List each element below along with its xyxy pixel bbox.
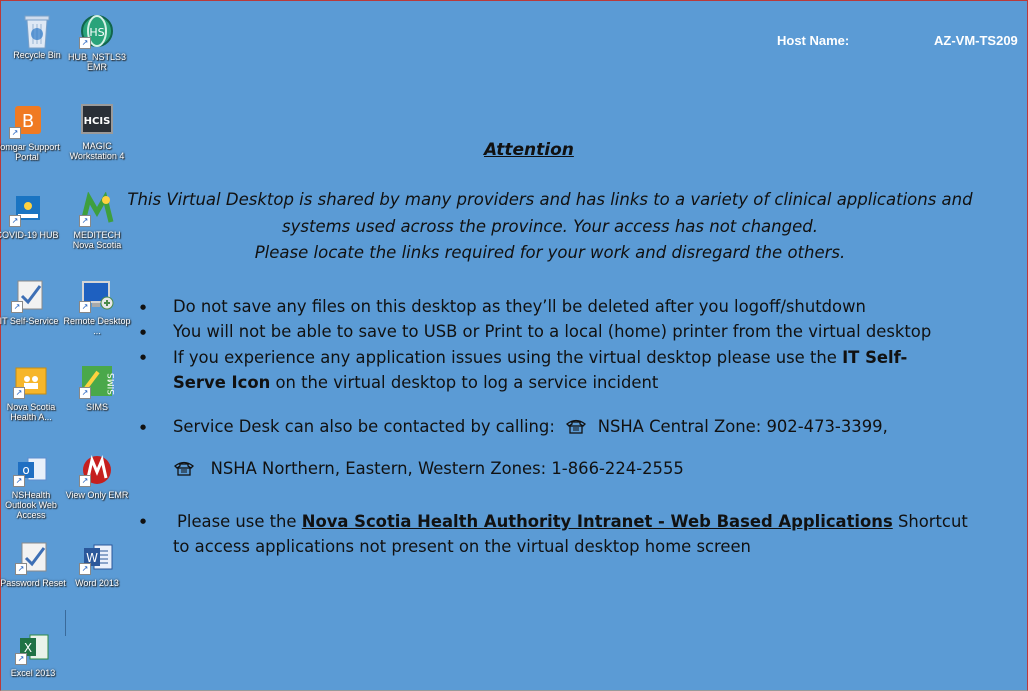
svg-text:HS: HS [89,26,104,39]
it-self-serve-emphasis-1: IT Self- [842,348,908,367]
bullet-dot: ● [140,303,147,311]
bullet-intranet-line-2: to access applications not present on th… [173,537,751,556]
attention-heading: Attention [484,140,574,160]
view-only-emr-icon[interactable]: ↗ View Only EMR [62,452,132,500]
northern-zones-line: NSHA Northern, Eastern, Western Zones: 1… [173,456,1003,481]
outlook-icon: o ↗ [13,452,48,487]
word-icon: W ↗ [79,540,114,575]
bullet-dot: ● [140,517,147,525]
clipboard-check-icon: ↗ [15,540,50,575]
bullet-intranet: Please use the Nova Scotia Health Author… [177,512,968,531]
bullet-service-desk: Service Desk can also be contacted by ca… [173,417,888,436]
emr-logo-icon: ↗ [79,452,114,487]
hcis-monitor-icon: HCIS [80,103,114,137]
sims-icon[interactable]: SIMS ↗ SIMS [62,364,132,412]
remote-desktop-icon[interactable]: ↗ Remote Desktop ... [62,278,132,336]
covid-hub-icon[interactable]: ↗ COVID-19 HUB [0,192,62,240]
separator-line [65,610,66,636]
bomgar-icon[interactable]: B ↗ Bomgar Support Portal [0,104,62,162]
it-self-serve-emphasis-2: Serve Icon [173,373,271,392]
sims-logo-icon: SIMS ↗ [79,364,117,399]
bullet-no-save: Do not save any files on this desktop as… [173,297,866,316]
intro-line-2: systems used across the province. Your a… [282,217,818,236]
excel-2013-icon[interactable]: X ↗ Excel 2013 [0,630,68,678]
outlook-web-icon[interactable]: o ↗ NSHealth Outlook Web Access [0,452,66,520]
intranet-link[interactable]: Nova Scotia Health Authority Intranet - … [302,512,893,531]
bomgar-logo-icon: B ↗ [9,104,44,139]
clipboard-check-icon: ↗ [11,278,46,313]
excel-icon: X ↗ [15,630,50,665]
intro-line-3: Please locate the links required for you… [254,243,846,262]
intro-line-1: This Virtual Desktop is shared by many p… [127,190,973,209]
host-name-value: AZ-VM-TS209 [934,33,1018,48]
bullet-dot: ● [140,328,147,336]
bullet-no-usb: You will not be able to save to USB or P… [173,322,932,341]
hub-nstls3-emr-icon[interactable]: HS ↗ HUB_NSTLS3 EMR [62,14,132,72]
svg-text:SIMS: SIMS [107,373,114,395]
bullet-dot: ● [140,423,147,431]
phone-icon [174,461,194,476]
nova-scotia-health-icon[interactable]: ↗ Nova Scotia Health A... [0,364,66,422]
word-2013-icon[interactable]: W ↗ Word 2013 [62,540,132,588]
hub-globe-icon: HS ↗ [79,14,114,49]
folder-people-icon: ↗ [13,364,48,399]
it-self-service-icon[interactable]: ↗ IT Self-Service [0,278,64,326]
magic-workstation-icon[interactable]: HCIS MAGIC Workstation 4 [62,103,132,161]
covid-logo-icon: ↗ [9,192,44,227]
trash-icon [20,12,54,49]
password-reset-icon[interactable]: ↗ Password Reset [0,540,68,588]
phone-icon [566,419,587,434]
svg-text:B: B [22,111,34,132]
monitor-icon: ↗ [79,278,114,313]
bullet-dot: ● [140,353,147,361]
bullet-self-serve: If you experience any application issues… [173,348,908,392]
svg-text:HCIS: HCIS [84,116,111,127]
host-name-label: Host Name: [777,33,850,48]
